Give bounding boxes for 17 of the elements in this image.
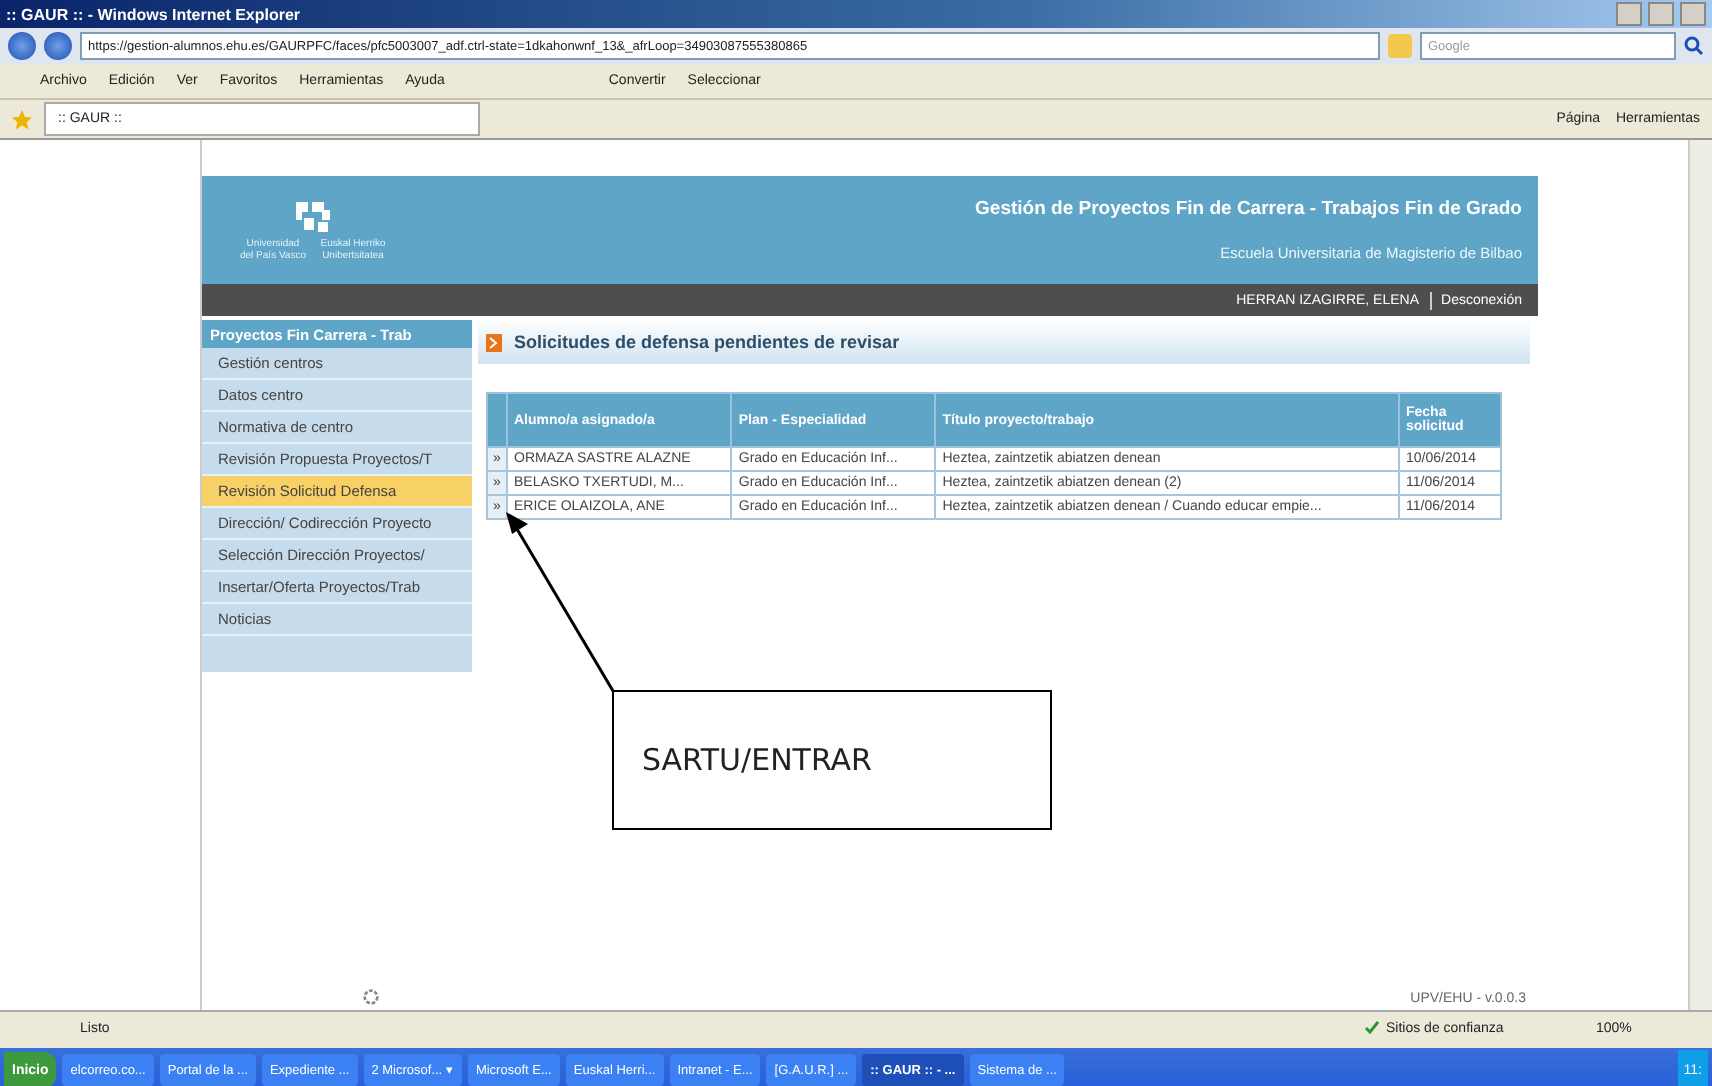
window-title: :: GAUR :: - Windows Internet Explorer <box>6 5 303 23</box>
column-header <box>487 393 507 447</box>
logo-icon <box>291 198 335 234</box>
forward-button[interactable] <box>44 32 72 60</box>
check-icon <box>1364 1020 1380 1036</box>
app-title: Gestión de Proyectos Fin de Carrera - Trabajos Fin de Grado <box>975 198 1522 220</box>
gear-icon[interactable] <box>362 988 380 1006</box>
section-heading: Solicitudes de defensa pendientes de revisar <box>514 332 900 352</box>
minimize-button[interactable] <box>1616 2 1642 26</box>
back-button[interactable] <box>8 32 36 60</box>
star-icon[interactable] <box>12 109 32 129</box>
callout-text: SARTU/ENTRAR <box>642 742 872 778</box>
scrollbar[interactable] <box>1688 140 1712 1010</box>
arrow-icon <box>486 333 502 351</box>
maximize-button[interactable] <box>1648 2 1674 26</box>
search-icon[interactable] <box>1684 36 1704 56</box>
close-button[interactable] <box>1680 2 1706 26</box>
